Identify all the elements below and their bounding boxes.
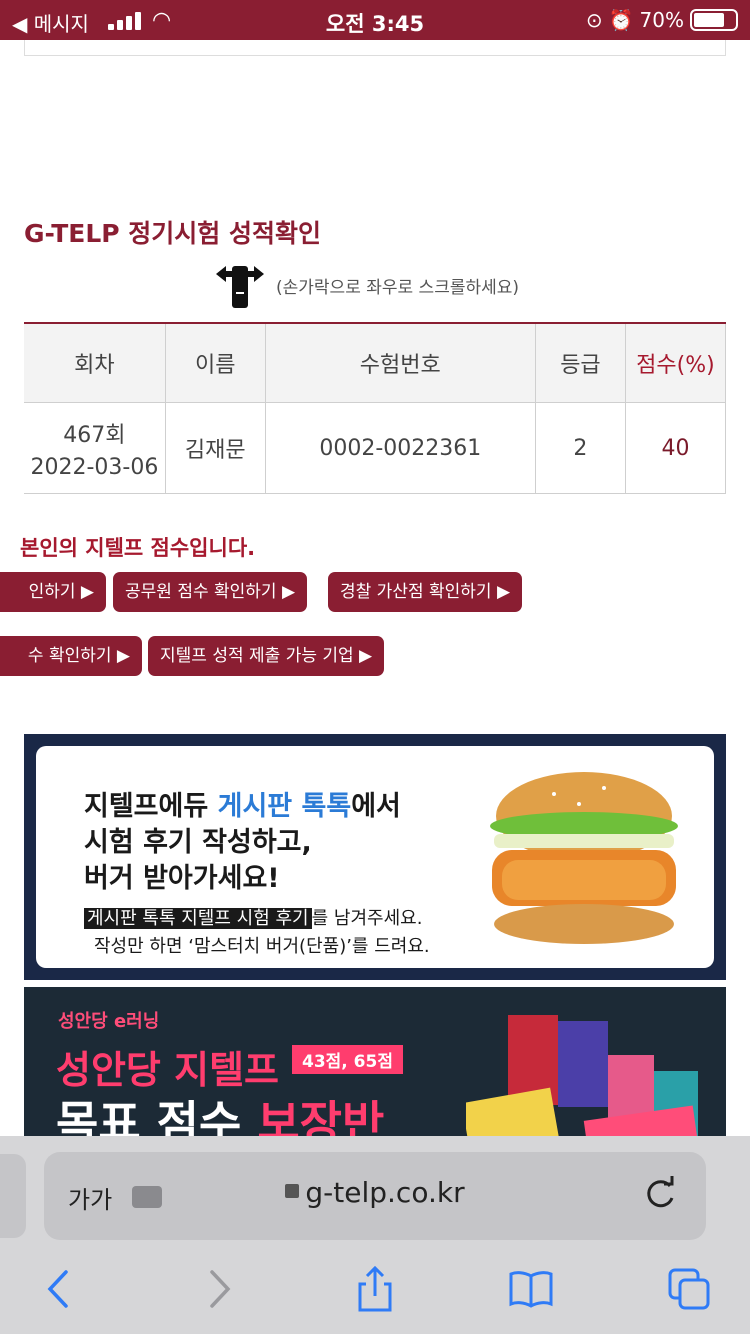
status-bar: ◀ 메시지 ◠ 오전 3:45 ⊙ ⏰ 70% bbox=[0, 0, 750, 40]
burger-image bbox=[490, 772, 678, 944]
sunganang-promo-banner[interactable]: 성안당 e러닝 성안당 지텔프 43점, 65점 목표 점수 보장반 bbox=[24, 987, 726, 1157]
lock-icon bbox=[285, 1184, 300, 1198]
banner-line-1a: 지텔프에듀 bbox=[84, 791, 218, 822]
banner-sub-2: 작성만 하면 ‘맘스터치 버거(단품)’를 드려요. bbox=[94, 936, 430, 957]
score-notice: 본인의 지텔프 점수입니다. bbox=[20, 536, 256, 560]
review-event-banner[interactable]: 지텔프에듀 게시판 톡톡에서 시험 후기 작성하고, 버거 받아가세요! 게시판… bbox=[24, 734, 726, 980]
rotation-lock-icon: ⊙ bbox=[585, 8, 603, 32]
name-cell: 김재문 bbox=[164, 402, 266, 494]
score-cell: 40 bbox=[624, 402, 727, 494]
back-arrow-icon[interactable] bbox=[36, 1266, 82, 1312]
url-field[interactable]: g-telp.co.kr bbox=[44, 1176, 706, 1209]
page-title: G-TELP 정기시험 성적확인 bbox=[24, 219, 322, 248]
table-row: 467회 2022-03-06 김재문 0002-0022361 2 40 bbox=[24, 402, 727, 494]
alarm-icon: ⏰ bbox=[608, 8, 634, 32]
share-icon[interactable] bbox=[352, 1266, 398, 1312]
promo-title: 성안당 지텔프 bbox=[56, 1048, 279, 1092]
banner-line-3: 버거 받아가세요! bbox=[84, 863, 280, 894]
col-exam-number-header: 수험번호 bbox=[264, 322, 536, 403]
reload-icon[interactable] bbox=[640, 1174, 680, 1214]
banner-sub-rest: 를 남겨주세요. bbox=[311, 908, 423, 929]
battery-percentage: 70% bbox=[639, 8, 684, 32]
forward-arrow-icon[interactable] bbox=[196, 1266, 242, 1312]
sunganang-logo: 성안당 e러닝 bbox=[58, 1011, 160, 1032]
browser-chrome: 가가 g-telp.co.kr bbox=[0, 1136, 750, 1334]
grade-cell: 2 bbox=[534, 402, 626, 494]
score-table: 회차 이름 수험번호 등급 점수(%) 467회 2022-03-06 김재문 … bbox=[24, 322, 727, 494]
bookmarks-icon[interactable] bbox=[508, 1266, 554, 1312]
banner-line-1: 지텔프에듀 게시판 톡톡에서 bbox=[84, 784, 401, 823]
scroll-hint: (손가락으로 좌우로 스크롤하세요) bbox=[212, 260, 519, 310]
previous-tab-peek[interactable] bbox=[0, 1154, 26, 1238]
swipe-hand-icon bbox=[216, 266, 264, 308]
civil-service-score-button[interactable]: 공무원 점수 확인하기 ▶ bbox=[113, 572, 308, 612]
scroll-hint-text: (손가락으로 좌우로 스크롤하세요) bbox=[276, 277, 520, 298]
session-number: 467회 bbox=[63, 422, 126, 448]
col-session-header: 회차 bbox=[24, 322, 166, 403]
col-grade-header: 등급 bbox=[534, 322, 626, 403]
banner-line-2: 시험 후기 작성하고, bbox=[84, 827, 312, 858]
exam-number-cell: 0002-0022361 bbox=[264, 402, 536, 494]
session-date: 2022-03-06 bbox=[30, 454, 159, 480]
banner-board-name: 게시판 톡톡 bbox=[217, 791, 352, 822]
banner-line-1c: 에서 bbox=[351, 791, 401, 822]
table-header-row: 회차 이름 수험번호 등급 점수(%) bbox=[24, 322, 727, 403]
address-bar[interactable]: 가가 g-telp.co.kr bbox=[44, 1152, 706, 1240]
police-bonus-button[interactable]: 경찰 가산점 확인하기 ▶ bbox=[328, 572, 523, 612]
col-score-header: 점수(%) bbox=[624, 322, 727, 403]
url-text: g-telp.co.kr bbox=[305, 1176, 465, 1209]
score-check-button[interactable]: 수 확인하기 ▶ bbox=[0, 636, 142, 676]
previous-section-box bbox=[24, 40, 726, 56]
toolbar bbox=[0, 1254, 750, 1324]
check-score-button[interactable]: 인하기 ▶ bbox=[0, 572, 106, 612]
score-badge: 43점, 65점 bbox=[292, 1045, 403, 1074]
session-cell: 467회 2022-03-06 bbox=[24, 402, 166, 494]
books-image bbox=[466, 1015, 699, 1155]
battery-icon bbox=[690, 9, 738, 31]
col-name-header: 이름 bbox=[164, 322, 266, 403]
tabs-icon[interactable] bbox=[666, 1266, 712, 1312]
banner-card: 지텔프에듀 게시판 톡톡에서 시험 후기 작성하고, 버거 받아가세요! 게시판… bbox=[36, 746, 714, 968]
banner-sub-1: 게시판 톡톡 지텔프 시험 후기 를 남겨주세요. bbox=[84, 904, 422, 930]
banner-sub-highlight: 게시판 톡톡 지텔프 시험 후기 bbox=[84, 908, 312, 929]
submit-companies-button[interactable]: 지텔프 성적 제출 가능 기업 ▶ bbox=[148, 636, 385, 676]
